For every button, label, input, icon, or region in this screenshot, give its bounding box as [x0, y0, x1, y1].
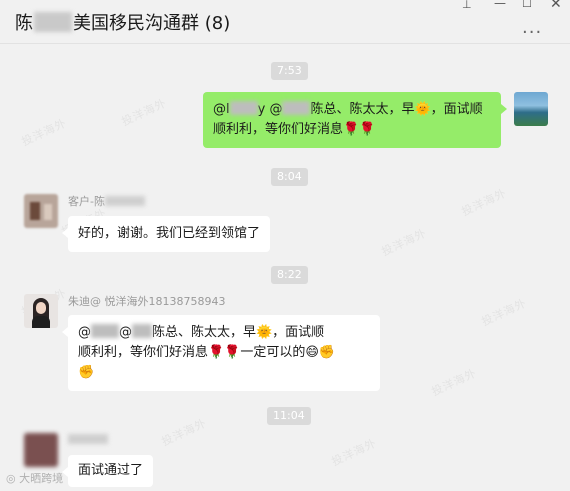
timestamp: 11:04 [267, 407, 311, 425]
watermark: 投洋海外 [19, 116, 69, 149]
avatar-judy[interactable] [24, 294, 58, 328]
chat-title-prefix: 陈 [15, 13, 33, 34]
name-redaction [282, 101, 311, 115]
message-bubble-other[interactable]: 好的，谢谢。我们已经到领馆了 [61, 216, 271, 252]
name-redaction [68, 434, 108, 444]
more-options-button[interactable]: ··· [522, 22, 542, 43]
sender-name: 客户-陈 [68, 193, 145, 209]
mention-text: @l [213, 102, 230, 117]
watermark: 投洋海外 [379, 226, 429, 259]
timestamp: 7:53 [271, 62, 308, 80]
avatar-self[interactable] [514, 92, 548, 126]
message-text: 顺利利，等你们好消息🌹🌹一定可以的😄✊ [78, 345, 336, 360]
name-redaction [104, 196, 145, 206]
close-icon[interactable]: ✕ [550, 0, 562, 12]
name-redaction [229, 101, 258, 115]
name-redaction [91, 324, 119, 338]
mention-text: y @ [257, 102, 283, 117]
avatar-blurred[interactable] [24, 433, 58, 467]
watermark: 投洋海外 [119, 96, 169, 129]
message-text: 陈总、陈太太，早🌞，面试顺 [152, 325, 325, 340]
watermark: 投洋海外 [459, 186, 509, 219]
chat-title: 陈 美国移民沟通群 (8) [15, 9, 230, 35]
pin-icon[interactable]: ⊥ [462, 0, 472, 11]
timestamp: 8:04 [271, 168, 308, 186]
mention-text: @ [119, 325, 132, 340]
sender-name: 朱迪@ 悦洋海外18138758943 [68, 295, 226, 308]
message-text: 陈总、陈太太，早🌞，面试顺 [310, 102, 483, 117]
minimize-icon[interactable]: — [494, 0, 506, 10]
message-bubble-other[interactable]: 面试通过了 [61, 455, 154, 487]
message-bubble-self[interactable]: @l y @ 陈总、陈太太，早🌞，面试顺 顺利利，等你们好消息🌹🌹 [203, 92, 507, 148]
watermark: 投洋海外 [479, 296, 529, 329]
message-text: 顺利利，等你们好消息🌹🌹 [213, 122, 376, 137]
sender-name [68, 433, 108, 446]
title-redaction [34, 12, 72, 32]
name-redaction [132, 324, 152, 338]
chat-title-suffix: 美国移民沟通群 (8) [73, 13, 231, 34]
message-text: ✊ [78, 365, 95, 380]
message-bubble-other[interactable]: @ @ 陈总、陈太太，早🌞，面试顺 顺利利，等你们好消息🌹🌹一定可以的😄✊ ✊ [62, 315, 380, 391]
watermark: 投洋海外 [159, 416, 209, 449]
avatar-customer[interactable] [24, 194, 58, 228]
title-bar: 陈 美国移民沟通群 (8) ⊥ — ☐ ✕ ··· [0, 0, 570, 44]
source-watermark: ◎ 大晒跨境 [6, 472, 64, 485]
watermark: 投洋海外 [429, 366, 479, 399]
maximize-icon[interactable]: ☐ [522, 0, 532, 10]
mention-text: @ [78, 325, 91, 340]
watermark: 投洋海外 [329, 436, 379, 469]
timestamp: 8:22 [271, 266, 308, 284]
